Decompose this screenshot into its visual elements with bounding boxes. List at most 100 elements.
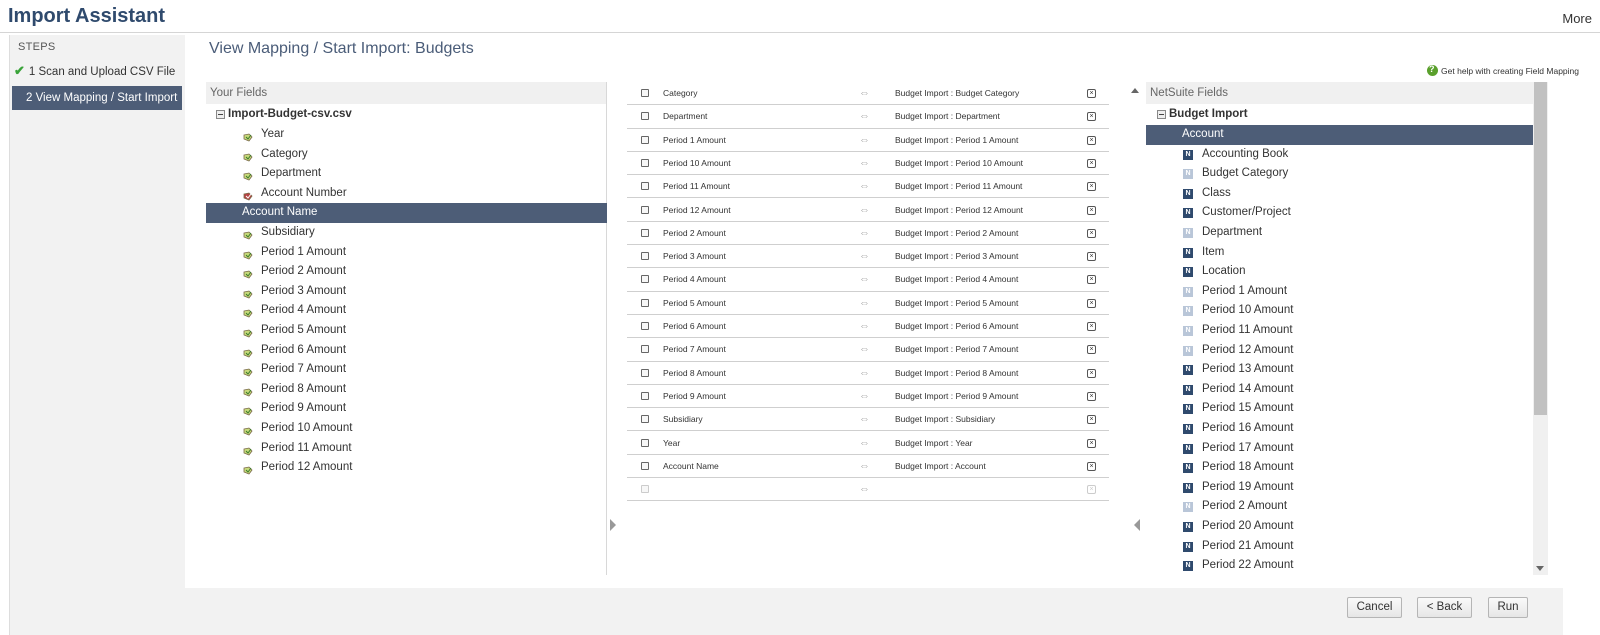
scroll-down-icon[interactable] (1536, 566, 1544, 571)
edit-icon[interactable] (641, 182, 649, 191)
mapping-row[interactable]: Period 11 Amount ⇔ Budget Import : Period … (627, 175, 1109, 199)
scrollbar-thumb[interactable] (1534, 82, 1547, 415)
mapping-row[interactable]: Account Name ⇔ Budget Import : Account × (627, 455, 1109, 479)
your-field-item[interactable]: Department (206, 164, 607, 184)
netsuite-field-item[interactable]: N Period 20 Amount (1146, 517, 1548, 537)
mapping-row[interactable]: Period 8 Amount ⇔ Budget Import : Period 8… (627, 362, 1109, 385)
mapping-row[interactable]: Period 6 Amount ⇔ Budget Import : Period 6… (627, 315, 1109, 339)
scroll-up-icon[interactable] (1131, 88, 1139, 93)
cancel-button[interactable]: Cancel (1347, 597, 1402, 618)
mapping-row[interactable]: Period 7 Amount ⇔ Budget Import : Period 7… (627, 338, 1109, 362)
remove-icon[interactable]: × (1087, 158, 1096, 168)
netsuite-field-item[interactable]: N Period 14 Amount (1146, 380, 1548, 400)
your-field-item[interactable]: Account Name (206, 203, 607, 223)
remove-icon[interactable]: × (1087, 485, 1096, 495)
netsuite-field-item[interactable]: N Class (1146, 184, 1548, 204)
remove-icon[interactable]: × (1087, 182, 1096, 192)
netsuite-field-item[interactable]: N Department (1146, 223, 1548, 243)
edit-icon[interactable] (641, 275, 649, 284)
edit-icon[interactable] (641, 252, 649, 261)
netsuite-field-item[interactable]: N Period 16 Amount (1146, 419, 1548, 439)
remove-icon[interactable]: × (1087, 368, 1096, 378)
netsuite-field-item[interactable]: N Location (1146, 262, 1548, 282)
step-view-mapping[interactable]: 2 View Mapping / Start Import (12, 86, 182, 110)
mapping-row[interactable]: Period 12 Amount ⇔ Budget Import : Period … (627, 199, 1109, 222)
remove-icon[interactable]: × (1087, 228, 1096, 238)
remove-icon[interactable]: × (1087, 345, 1096, 355)
mapping-row[interactable]: Period 3 Amount ⇔ Budget Import : Period 3… (627, 245, 1109, 269)
your-field-item[interactable]: Period 12 Amount (206, 458, 607, 478)
netsuite-field-item[interactable]: N Period 11 Amount (1146, 321, 1548, 341)
netsuite-field-item[interactable]: N Period 19 Amount (1146, 478, 1548, 498)
remove-icon[interactable]: × (1087, 89, 1096, 98)
edit-icon[interactable] (641, 135, 649, 144)
netsuite-field-item[interactable]: Account (1146, 125, 1548, 145)
mapping-row[interactable]: Period 2 Amount ⇔ Budget Import : Period 2… (627, 222, 1109, 246)
netsuite-field-item[interactable]: N Period 21 Amount (1146, 537, 1548, 557)
mapping-row[interactable]: Period 5 Amount ⇔ Budget Import : Period 5… (627, 292, 1109, 315)
netsuite-field-item[interactable]: N Budget Category (1146, 164, 1548, 184)
your-field-item[interactable]: Year (206, 125, 607, 145)
your-field-item[interactable]: Period 11 Amount (206, 439, 607, 459)
vertical-scrollbar[interactable] (1533, 82, 1548, 575)
netsuite-field-item[interactable]: N Period 18 Amount (1146, 458, 1548, 478)
edit-icon[interactable] (641, 322, 649, 330)
netsuite-field-item[interactable]: N Period 1 Amount (1146, 282, 1548, 302)
remove-icon[interactable]: × (1087, 415, 1096, 425)
edit-icon[interactable] (641, 228, 649, 237)
edit-icon[interactable] (641, 438, 649, 447)
edit-icon[interactable] (641, 345, 649, 354)
edit-icon[interactable] (641, 89, 649, 97)
help-link[interactable]: Get help with creating Field Mapping (1427, 64, 1579, 76)
netsuite-field-item[interactable]: N Period 10 Amount (1146, 301, 1548, 321)
remove-icon[interactable]: × (1087, 298, 1096, 308)
mapping-row[interactable]: Department ⇔ Budget Import : Department × (627, 105, 1109, 129)
your-field-item[interactable]: Category (206, 145, 607, 165)
remove-icon[interactable]: × (1087, 252, 1096, 262)
edit-icon[interactable] (641, 368, 649, 377)
run-button[interactable]: Run (1488, 597, 1528, 618)
netsuite-field-item[interactable]: N Period 2 Amount (1146, 497, 1548, 517)
edit-icon[interactable] (641, 415, 649, 424)
your-field-item[interactable]: Subsidiary (206, 223, 607, 243)
your-field-item[interactable]: Account Number (206, 184, 607, 204)
netsuite-field-item[interactable]: N Period 15 Amount (1146, 399, 1548, 419)
mapping-row[interactable]: Period 10 Amount ⇔ Budget Import : Period … (627, 152, 1109, 176)
your-field-item[interactable]: Period 7 Amount (206, 360, 607, 380)
netsuite-field-item[interactable]: N Item (1146, 243, 1548, 263)
collapse-icon[interactable] (1157, 109, 1166, 119)
remove-icon[interactable]: × (1087, 322, 1096, 331)
netsuite-tree-root[interactable]: Budget Import (1157, 108, 1248, 120)
remove-icon[interactable]: × (1087, 461, 1096, 471)
your-field-item[interactable]: Period 1 Amount (206, 243, 607, 263)
remove-icon[interactable]: × (1087, 135, 1096, 145)
remove-icon[interactable]: × (1087, 391, 1096, 401)
netsuite-field-item[interactable]: N Customer/Project (1146, 203, 1548, 223)
edit-icon[interactable] (641, 158, 649, 167)
netsuite-field-item[interactable]: N Period 13 Amount (1146, 360, 1548, 380)
mapping-row[interactable]: Period 1 Amount ⇔ Budget Import : Period 1… (627, 129, 1109, 152)
your-field-item[interactable]: Period 9 Amount (206, 399, 607, 419)
edit-icon[interactable] (641, 205, 649, 214)
back-button[interactable]: < Back (1417, 597, 1472, 618)
mapping-row[interactable]: Subsidiary ⇔ Budget Import : Subsidiary × (627, 408, 1109, 432)
netsuite-field-item[interactable]: N Period 12 Amount (1146, 341, 1548, 361)
your-field-item[interactable]: Period 5 Amount (206, 321, 607, 341)
your-field-item[interactable]: Period 8 Amount (206, 380, 607, 400)
your-field-item[interactable]: Period 4 Amount (206, 301, 607, 321)
remove-icon[interactable]: × (1087, 205, 1096, 215)
netsuite-field-item[interactable]: N Period 22 Amount (1146, 556, 1548, 576)
edit-icon[interactable] (641, 461, 649, 470)
netsuite-field-item[interactable]: N Period 17 Amount (1146, 439, 1548, 459)
remove-icon[interactable]: × (1087, 112, 1096, 122)
mapping-row[interactable]: Category ⇔ Budget Import : Budget Category… (627, 82, 1109, 106)
remove-icon[interactable]: × (1087, 275, 1096, 285)
edit-icon[interactable] (641, 298, 649, 307)
step-scan-upload[interactable]: ✔ 1 Scan and Upload CSV File (10, 59, 184, 83)
collapse-icon[interactable] (216, 109, 225, 119)
edit-icon[interactable] (641, 391, 649, 400)
more-menu-link[interactable]: More (1562, 11, 1592, 26)
mapping-row[interactable]: Period 4 Amount ⇔ Budget Import : Period 4… (627, 268, 1109, 292)
netsuite-field-item[interactable]: N Accounting Book (1146, 145, 1548, 165)
your-field-item[interactable]: Period 6 Amount (206, 341, 607, 361)
